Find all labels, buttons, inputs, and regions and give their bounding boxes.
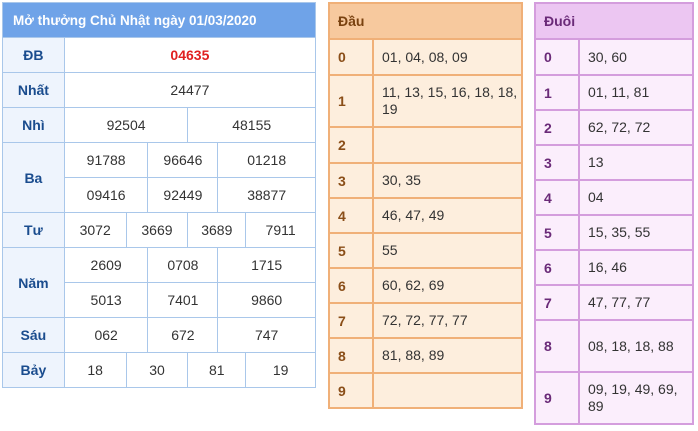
prize-ba-value: 38877 <box>217 177 316 213</box>
duoi-key: 4 <box>534 179 580 216</box>
prize-ba-value: 01218 <box>217 142 316 178</box>
dau-key: 0 <box>328 38 374 76</box>
dau-value: 11, 13, 15, 16, 18, 18, 19 <box>372 74 523 128</box>
prize-nam-value: 2609 <box>63 247 149 283</box>
prize-tu-value: 3072 <box>63 212 127 248</box>
duoi-key: 3 <box>534 144 580 181</box>
dau-value <box>372 372 523 409</box>
prize-nam-value: 0708 <box>147 247 219 283</box>
prize-ba-value: 91788 <box>63 142 149 178</box>
prize-nam-value: 7401 <box>147 282 219 318</box>
prize-label-nhi: Nhì <box>2 107 65 143</box>
duoi-key: 9 <box>534 371 580 425</box>
duoi-value: 47, 77, 77 <box>578 284 694 321</box>
duoi-value: 16, 46 <box>578 249 694 286</box>
duoi-value: 30, 60 <box>578 38 694 76</box>
duoi-value: 09, 19, 49, 69, 89 <box>578 371 694 425</box>
dau-key: 9 <box>328 372 374 409</box>
duoi-value: 04 <box>578 179 694 216</box>
duoi-key: 8 <box>534 319 580 373</box>
prize-label-ba: Ba <box>2 142 65 213</box>
prize-tu-value: 3689 <box>187 212 247 248</box>
prize-nam-value: 5013 <box>63 282 149 318</box>
results-table: Mở thưởng Chủ Nhật ngày 01/03/2020 ĐB 04… <box>2 2 317 388</box>
prize-label-tu: Tư <box>2 212 65 248</box>
prize-nam-value: 1715 <box>217 247 316 283</box>
prize-bay-value: 81 <box>187 352 247 388</box>
page-title: Mở thưởng Chủ Nhật ngày 01/03/2020 <box>2 2 316 38</box>
duoi-key: 5 <box>534 214 580 251</box>
prize-label-nhat: Nhất <box>2 72 65 108</box>
duoi-header: Đuôi <box>534 2 694 40</box>
dau-key: 4 <box>328 197 374 234</box>
dau-value <box>372 126 523 164</box>
dau-value: 55 <box>372 232 523 269</box>
prize-ba-value: 96646 <box>147 142 219 178</box>
prize-ba-value: 92449 <box>147 177 219 213</box>
duoi-value: 15, 35, 55 <box>578 214 694 251</box>
prize-sau-value: 747 <box>217 317 316 353</box>
duoi-key: 6 <box>534 249 580 286</box>
duoi-value: 62, 72, 72 <box>578 109 694 146</box>
dau-value: 60, 62, 69 <box>372 267 523 304</box>
prize-bay-value: 18 <box>63 352 127 388</box>
dau-key: 5 <box>328 232 374 269</box>
prize-nhat-value: 24477 <box>63 72 317 108</box>
duoi-key: 7 <box>534 284 580 321</box>
prize-bay-value: 30 <box>125 352 189 388</box>
prize-nhi-value: 48155 <box>187 107 316 143</box>
duoi-value: 08, 18, 18, 88 <box>578 319 694 373</box>
prize-sau-value: 672 <box>147 317 219 353</box>
prize-label-db: ĐB <box>2 37 65 73</box>
prize-db-value: 04635 <box>63 37 317 73</box>
prize-label-bay: Bảy <box>2 352 65 388</box>
dau-value: 46, 47, 49 <box>372 197 523 234</box>
dau-table: Đầu 0 01, 04, 08, 09 1 11, 13, 15, 16, 18,… <box>328 2 523 409</box>
prize-ba-value: 09416 <box>63 177 149 213</box>
dau-key: 3 <box>328 162 374 199</box>
duoi-key: 2 <box>534 109 580 146</box>
prize-tu-value: 7911 <box>245 212 316 248</box>
duoi-value: 13 <box>578 144 694 181</box>
prize-nam-value: 9860 <box>217 282 316 318</box>
prize-tu-value: 3669 <box>125 212 189 248</box>
duoi-key: 1 <box>534 74 580 111</box>
dau-value: 30, 35 <box>372 162 523 199</box>
dau-key: 7 <box>328 302 374 339</box>
duoi-key: 0 <box>534 38 580 76</box>
dau-header: Đầu <box>328 2 523 40</box>
dau-value: 72, 72, 77, 77 <box>372 302 523 339</box>
dau-key: 1 <box>328 74 374 128</box>
prize-label-nam: Năm <box>2 247 65 318</box>
prize-bay-value: 19 <box>245 352 316 388</box>
duoi-value: 01, 11, 81 <box>578 74 694 111</box>
dau-key: 6 <box>328 267 374 304</box>
dau-value: 81, 88, 89 <box>372 337 523 374</box>
dau-key: 8 <box>328 337 374 374</box>
prize-nhi-value: 92504 <box>63 107 189 143</box>
dau-key: 2 <box>328 126 374 164</box>
duoi-table: Đuôi 0 30, 60 1 01, 11, 81 2 62, 72, 72 3 13… <box>534 2 694 425</box>
prize-label-sau: Sáu <box>2 317 65 353</box>
dau-value: 01, 04, 08, 09 <box>372 38 523 76</box>
prize-sau-value: 062 <box>63 317 149 353</box>
